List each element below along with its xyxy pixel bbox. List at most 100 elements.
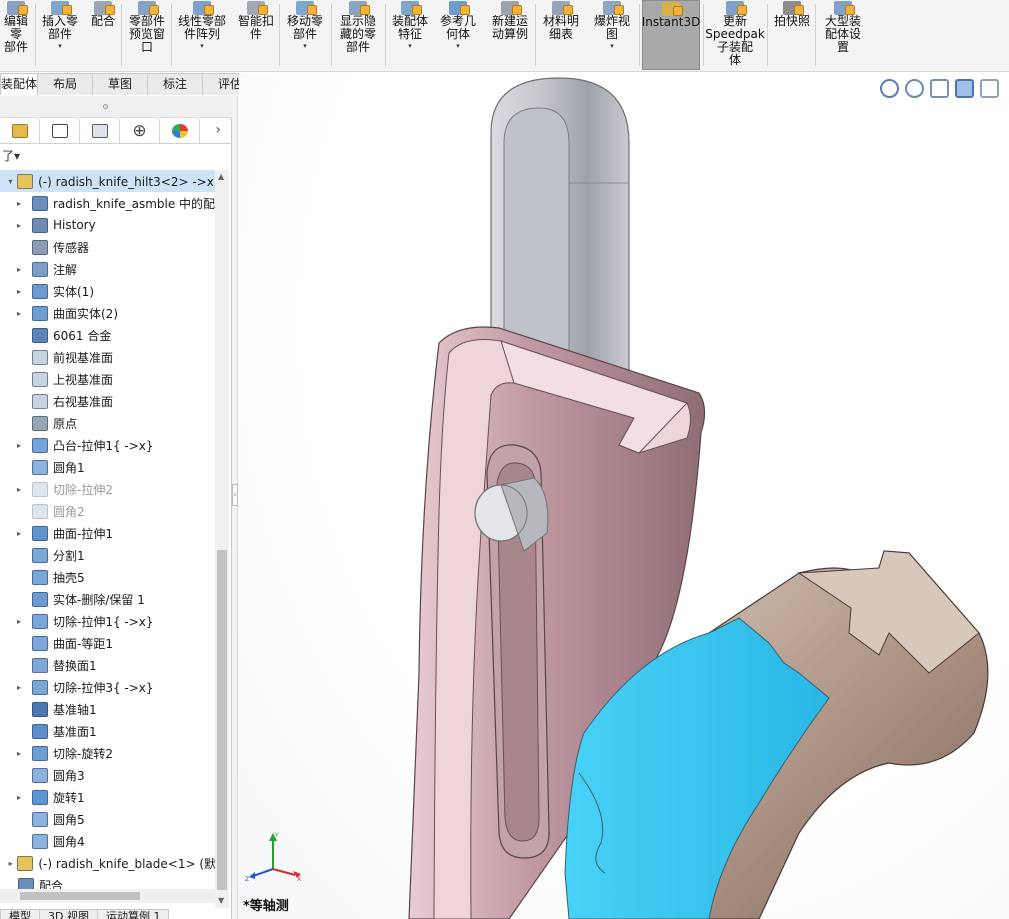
tab-0[interactable]: 装配体	[0, 73, 38, 95]
tree-filter[interactable]: 了▾	[0, 145, 226, 169]
scroll-thumb[interactable]	[217, 550, 227, 890]
expand-toggle-icon[interactable]: ▸	[14, 287, 24, 296]
chevron-right-icon[interactable]: ›	[215, 122, 221, 138]
feature-tree-item[interactable]: 曲面-等距1	[0, 632, 216, 654]
feature-tree-item[interactable]: 圆角3	[0, 764, 216, 786]
tree-vertical-scrollbar[interactable]: ▲ ▼	[215, 170, 229, 908]
feature-tree-item[interactable]: 抽壳5	[0, 566, 216, 588]
feature-tree-item[interactable]: 基准面1	[0, 720, 216, 742]
dropdown-arrow-icon[interactable]: ▾	[303, 42, 307, 50]
panel-collapse-handle[interactable]	[103, 104, 108, 109]
ribbon-button[interactable]: 装配体 特征 ▾	[388, 0, 432, 70]
ribbon-button[interactable]: 新建运 动算例	[488, 0, 532, 70]
feature-manager-tab[interactable]	[0, 119, 40, 143]
feature-tree-item[interactable]: ▸ 切除-拉伸3{ ->x}	[0, 676, 216, 698]
feature-tree-item[interactable]: ▸ 切除-拉伸1{ ->x}	[0, 610, 216, 632]
bottom-tab-2[interactable]: 运动算例 1	[96, 909, 170, 919]
expand-toggle-icon[interactable]: ▸	[14, 309, 24, 318]
ribbon-button[interactable]: 拍快照	[770, 0, 814, 70]
tab-2[interactable]: 草图	[92, 73, 148, 95]
feature-tree-item[interactable]: 传感器	[0, 236, 216, 258]
expand-toggle-icon[interactable]: ▸	[14, 617, 24, 626]
dropdown-arrow-icon[interactable]: ▾	[408, 42, 412, 50]
ribbon-button[interactable]: 智能扣 件	[236, 0, 276, 70]
zoom-to-fit-icon[interactable]	[880, 79, 899, 98]
ribbon-button[interactable]: 显示隐 藏的零 部件	[334, 0, 382, 70]
feature-tree-item[interactable]: ▸ History	[0, 214, 216, 236]
expand-toggle-icon[interactable]: ▸	[14, 221, 24, 230]
previous-view-icon[interactable]	[930, 79, 949, 98]
feature-tree-item[interactable]: ▸ 注解	[0, 258, 216, 280]
feature-tree-item[interactable]: 基准轴1	[0, 698, 216, 720]
dimxpert-manager-tab[interactable]: ⊕	[120, 119, 160, 143]
feature-tree-item[interactable]: ▸ 曲面实体(2)	[0, 302, 216, 324]
dropdown-arrow-icon[interactable]: ▾	[610, 42, 614, 50]
tab-3[interactable]: 标注	[147, 73, 203, 95]
feature-tree-item[interactable]: ▸ radish_knife_asmble 中的配	[0, 192, 216, 214]
feature-tree-item[interactable]: ▸ (-) radish_knife_blade<1> (默认	[0, 852, 216, 874]
feature-tree-item[interactable]: 实体-删除/保留 1	[0, 588, 216, 610]
expand-toggle-icon[interactable]: ▸	[14, 485, 24, 494]
scroll-down-icon[interactable]: ▼	[218, 896, 224, 905]
ribbon-button[interactable]: 更新 Speedpak 子装配 体	[705, 0, 765, 70]
dropdown-arrow-icon[interactable]: ▾	[456, 42, 460, 50]
expand-toggle-icon[interactable]: ▸	[14, 749, 24, 758]
ribbon-button[interactable]: 爆炸视 图 ▾	[590, 0, 634, 70]
ribbon-button[interactable]: 零部件 预览窗 口	[124, 0, 170, 70]
feature-tree-item[interactable]: ▸ 凸台-拉伸1{ ->x}	[0, 434, 216, 456]
dropdown-arrow-icon[interactable]: ▾	[58, 42, 62, 50]
expand-toggle-icon[interactable]: ▸	[14, 265, 24, 274]
feature-tree-item[interactable]: ▸ 切除-拉伸2	[0, 478, 216, 500]
splitter-grip[interactable]: ›	[232, 484, 238, 506]
ribbon-button[interactable]: 编辑零 部件	[0, 0, 32, 70]
section-view-icon[interactable]	[955, 79, 974, 98]
expand-toggle-icon[interactable]: ▾	[6, 177, 15, 186]
feature-tree-item[interactable]: ▸ 实体(1)	[0, 280, 216, 302]
feature-tree-item[interactable]: ▸ 切除-旋转2	[0, 742, 216, 764]
feature-tree-item[interactable]: 前视基准面	[0, 346, 216, 368]
feature-tree-item[interactable]: 圆角1	[0, 456, 216, 478]
ribbon-button[interactable]: 材料明 细表	[538, 0, 584, 70]
ribbon-button[interactable]: 参考几 何体 ▾	[436, 0, 480, 70]
feature-tree-item[interactable]: 圆角5	[0, 808, 216, 830]
ribbon-button[interactable]: 插入零 部件 ▾	[38, 0, 82, 70]
feature-tree-item[interactable]: 圆角2	[0, 500, 216, 522]
ribbon-button[interactable]: 配合	[88, 0, 118, 70]
ribbon-button[interactable]: 线性零部 件阵列 ▾	[174, 0, 230, 70]
scroll-up-icon[interactable]: ▲	[218, 172, 224, 181]
panel-splitter[interactable]: ›	[232, 96, 238, 919]
ribbon-button-label: 移动零 部件	[286, 14, 323, 41]
feature-tree-item[interactable]: 分割1	[0, 544, 216, 566]
bottom-tab-1[interactable]: 3D 视图	[39, 909, 98, 919]
feature-tree-item[interactable]: 圆角4	[0, 830, 216, 852]
view-orientation-icon[interactable]	[980, 79, 999, 98]
graphics-area[interactable]: Y X Z *等轴测	[239, 73, 1009, 919]
feature-tree-item[interactable]: ▸ 曲面-拉伸1	[0, 522, 216, 544]
feature-tree-item-label: 抽壳5	[53, 570, 85, 585]
expand-toggle-icon[interactable]: ▸	[14, 683, 24, 692]
tree-horizontal-scrollbar[interactable]	[0, 889, 216, 903]
feature-tree-item[interactable]: 替换面1	[0, 654, 216, 676]
zoom-to-area-icon[interactable]	[905, 79, 924, 98]
feature-tree-item[interactable]: ▸ 旋转1	[0, 786, 216, 808]
display-manager-tab[interactable]	[160, 119, 200, 143]
expand-toggle-icon[interactable]: ▸	[14, 199, 24, 208]
expand-toggle-icon[interactable]: ▸	[6, 859, 15, 868]
configuration-manager-tab[interactable]	[80, 119, 120, 143]
feature-tree-item[interactable]: ▾ (-) radish_knife_hilt3<2> ->x (默	[0, 170, 216, 192]
feature-tree-item[interactable]: 右视基准面	[0, 390, 216, 412]
expand-toggle-icon[interactable]: ▸	[14, 529, 24, 538]
dropdown-arrow-icon[interactable]: ▾	[200, 42, 204, 50]
feature-tree-item[interactable]: 6061 合金	[0, 324, 216, 346]
tab-1[interactable]: 布局	[37, 73, 93, 95]
property-manager-tab[interactable]	[40, 119, 80, 143]
ribbon-button[interactable]: 大型装 配体设 置	[818, 0, 868, 70]
expand-toggle-icon[interactable]: ▸	[14, 441, 24, 450]
bottom-tab-0[interactable]: 模型	[0, 909, 40, 919]
scroll-thumb[interactable]	[20, 892, 140, 900]
feature-tree-item[interactable]: 原点	[0, 412, 216, 434]
feature-tree-item[interactable]: 上视基准面	[0, 368, 216, 390]
expand-toggle-icon[interactable]: ▸	[14, 793, 24, 802]
ribbon-button[interactable]: Instant3D	[642, 0, 700, 70]
ribbon-button[interactable]: 移动零 部件 ▾	[282, 0, 328, 70]
